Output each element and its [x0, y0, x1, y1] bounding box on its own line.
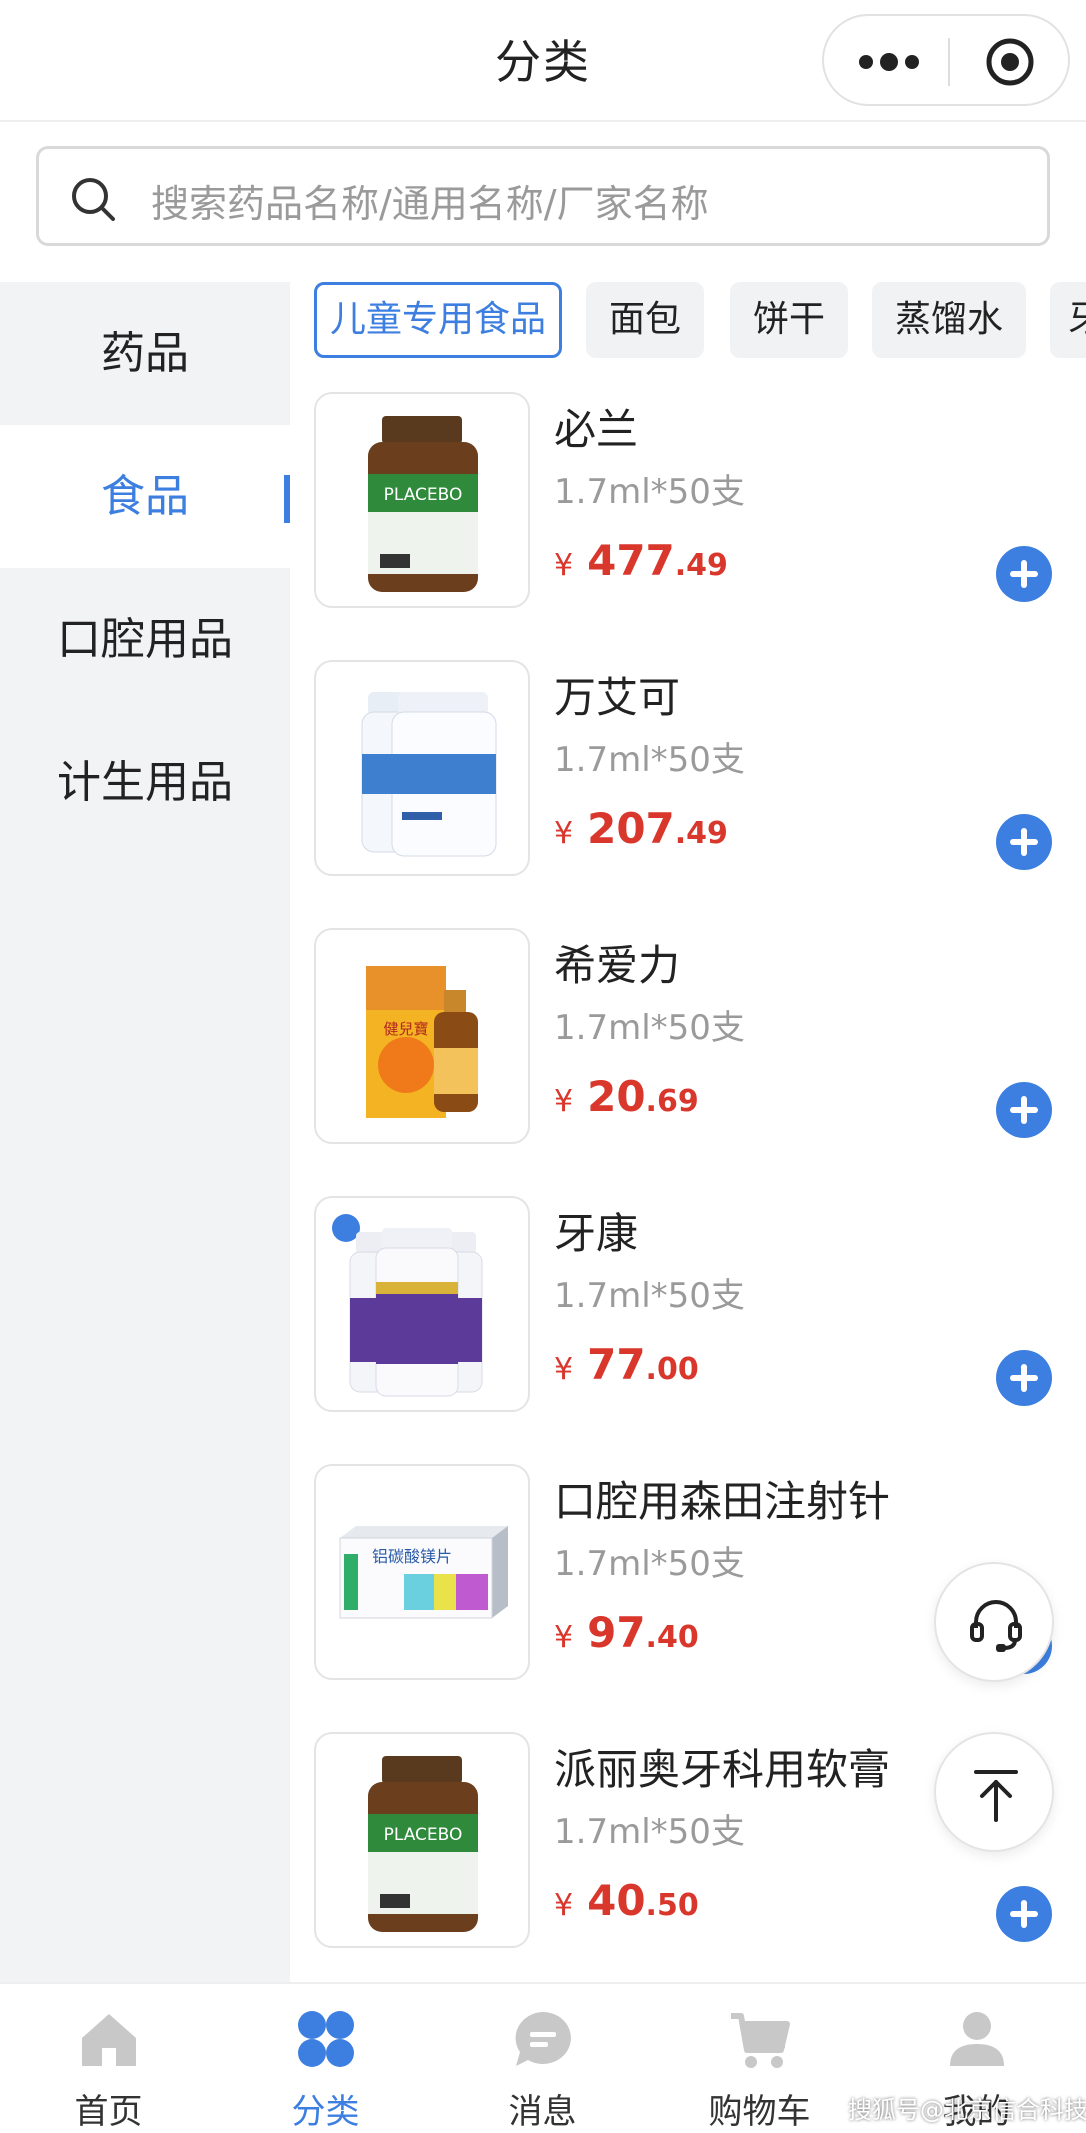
sidebar-item-medicine[interactable]: 药品: [0, 282, 290, 425]
price-integer: 77: [587, 1340, 646, 1389]
search-bar[interactable]: 搜索药品名称/通用名称/厂家名称: [36, 146, 1050, 246]
subcategory-tabs: 儿童专用食品 面包 饼干 蒸馏水 牙: [290, 280, 1086, 364]
product-image: [314, 1196, 530, 1412]
product-price: ¥77.00: [554, 1340, 699, 1389]
back-to-top-button[interactable]: [934, 1732, 1054, 1852]
product-spec: 1.7ml*50支: [554, 1276, 745, 1316]
tab-distilled-water[interactable]: 蒸馏水: [872, 282, 1026, 358]
product-name: 希爱力: [554, 941, 681, 990]
product-image: [314, 660, 530, 876]
add-to-cart-icon[interactable]: [996, 1082, 1052, 1138]
more-icon[interactable]: [858, 52, 920, 72]
sidebar-item-label: 食品: [101, 471, 189, 522]
product-card[interactable]: 牙康 1.7ml*50支 ¥77.00: [290, 1192, 1086, 1412]
price-decimal: .00: [645, 1352, 699, 1387]
price-decimal: .69: [645, 1084, 699, 1119]
category-sidebar: 药品 食品 口腔用品 计生用品: [0, 282, 290, 1982]
box-label-text: 铝碳酸镁片: [372, 1547, 452, 1566]
product-spec: 1.7ml*50支: [554, 740, 745, 780]
message-icon: [515, 2012, 571, 2066]
box-label-text: 健兒寶: [383, 1020, 428, 1038]
tabbar-item-label: 购物车: [708, 2092, 811, 2132]
product-price: ¥207.49: [554, 804, 728, 853]
sidebar-item-food[interactable]: 食品: [0, 425, 290, 568]
add-to-cart-icon[interactable]: [996, 1886, 1052, 1942]
price-decimal: .49: [674, 816, 728, 851]
product-image: PLACEBO: [314, 1732, 530, 1948]
tabbar-item-category[interactable]: 分类: [217, 1984, 434, 2133]
bottle-label-text: PLACEBO: [384, 485, 463, 505]
tabbar-item-label: 分类: [291, 2092, 360, 2132]
product-name: 派丽奥牙科用软膏: [554, 1745, 891, 1794]
customer-service-button[interactable]: [934, 1562, 1054, 1682]
arrow-up-icon: [974, 1770, 1018, 1822]
user-icon: [950, 2012, 1004, 2066]
price-decimal: .49: [674, 548, 728, 583]
product-price: ¥20.69: [554, 1072, 699, 1121]
price-integer: 97: [587, 1608, 646, 1657]
cart-icon: [731, 2013, 790, 2068]
sidebar-item-label: 口腔用品: [57, 614, 233, 665]
price-integer: 207: [587, 804, 675, 853]
product-price: ¥477.49: [554, 536, 728, 585]
product-price: ¥40.50: [554, 1876, 699, 1925]
tabbar-item-home[interactable]: 首页: [0, 1984, 217, 2133]
tabbar-item-label: 首页: [74, 2092, 143, 2132]
sidebar-item-family-planning[interactable]: 计生用品: [0, 711, 290, 854]
product-card[interactable]: 健兒寶 希爱力 1.7ml*50支 ¥20.69: [290, 924, 1086, 1144]
add-to-cart-icon[interactable]: [996, 814, 1052, 870]
product-price: ¥97.40: [554, 1608, 699, 1657]
search-placeholder: 搜索药品名称/通用名称/厂家名称: [151, 182, 709, 226]
price-integer: 477: [587, 536, 675, 585]
product-name: 牙康: [554, 1209, 639, 1258]
product-image: PLACEBO: [314, 392, 530, 608]
product-name: 口腔用森田注射针: [554, 1477, 891, 1526]
category-icon: [298, 2011, 354, 2067]
tab-biscuits[interactable]: 饼干: [730, 282, 848, 358]
price-decimal: .50: [645, 1888, 699, 1923]
product-spec: 1.7ml*50支: [554, 1008, 745, 1048]
price-decimal: .40: [645, 1620, 699, 1655]
close-target-icon[interactable]: [984, 36, 1036, 88]
product-card[interactable]: PLACEBO 必兰 1.7ml*50支 ¥477.49: [290, 388, 1086, 608]
price-integer: 20: [587, 1072, 646, 1121]
tabbar-item-messages[interactable]: 消息: [434, 1984, 651, 2133]
sidebar-item-label: 计生用品: [57, 757, 233, 808]
home-icon: [82, 2014, 136, 2066]
headset-icon: [970, 1600, 1022, 1652]
price-integer: 40: [587, 1876, 646, 1925]
product-spec: 1.7ml*50支: [554, 472, 745, 512]
currency-symbol: ¥: [554, 1352, 574, 1387]
currency-symbol: ¥: [554, 816, 574, 851]
nav-header: 分类: [0, 0, 1086, 122]
search-icon: [72, 178, 115, 221]
tabbar-item-label: 消息: [508, 2092, 577, 2132]
product-spec: 1.7ml*50支: [554, 1812, 745, 1852]
currency-symbol: ¥: [554, 1888, 574, 1923]
product-name: 必兰: [554, 405, 639, 454]
tabbar-item-cart[interactable]: 购物车: [651, 1984, 868, 2133]
sidebar-item-oral-care[interactable]: 口腔用品: [0, 568, 290, 711]
capsule-divider: [948, 38, 950, 86]
product-image: 铝碳酸镁片: [314, 1464, 530, 1680]
currency-symbol: ¥: [554, 1620, 574, 1655]
add-to-cart-icon[interactable]: [996, 546, 1052, 602]
currency-symbol: ¥: [554, 1084, 574, 1119]
tab-children-food[interactable]: 儿童专用食品: [314, 282, 562, 358]
product-image: 健兒寶: [314, 928, 530, 1144]
bottle-label-text: PLACEBO: [384, 1825, 463, 1845]
mini-program-capsule: [822, 14, 1070, 106]
add-to-cart-icon[interactable]: [996, 1350, 1052, 1406]
product-name: 万艾可: [554, 673, 681, 722]
watermark-text: 搜狐号@北京信合科技: [848, 2096, 1086, 2124]
currency-symbol: ¥: [554, 548, 574, 583]
product-card[interactable]: 万艾可 1.7ml*50支 ¥207.49: [290, 656, 1086, 876]
sidebar-item-label: 药品: [101, 328, 189, 379]
tab-teeth[interactable]: 牙: [1050, 282, 1086, 358]
tab-bread[interactable]: 面包: [586, 282, 704, 358]
product-spec: 1.7ml*50支: [554, 1544, 745, 1584]
